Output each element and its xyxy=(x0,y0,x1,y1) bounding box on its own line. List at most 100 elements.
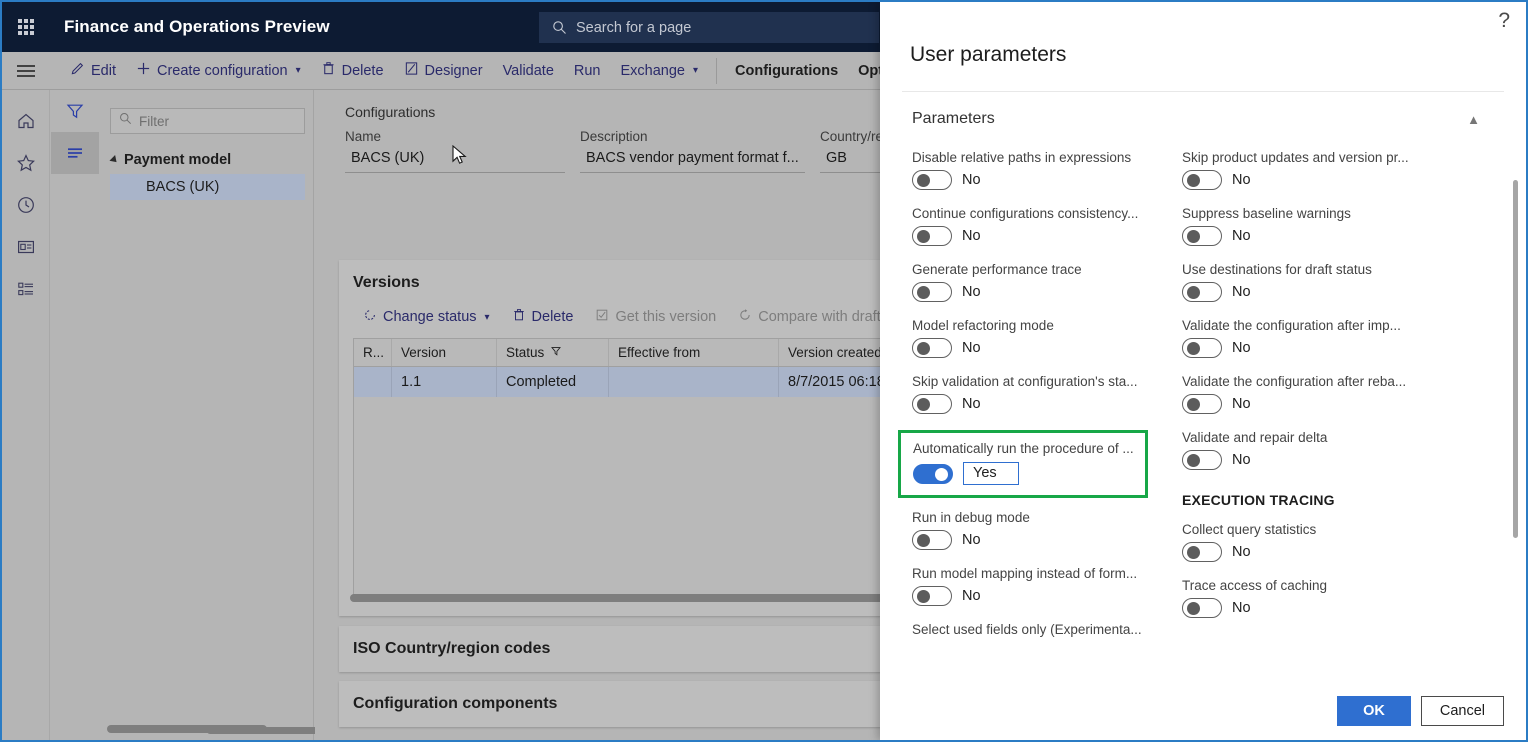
exchange-button[interactable]: Exchange ▾ xyxy=(611,52,709,90)
designer-icon xyxy=(404,61,419,80)
filter-icon[interactable] xyxy=(51,90,99,132)
toggle-knob xyxy=(917,398,930,411)
filter-input[interactable]: Filter xyxy=(110,108,305,134)
param-value: No xyxy=(962,340,981,356)
get-this-version-button[interactable]: Get this version xyxy=(585,304,726,330)
toggle-run-model-mapping-instead-of-format[interactable] xyxy=(912,586,952,606)
column-header-version[interactable]: Version xyxy=(392,339,497,366)
toggle-trace-access-of-caching[interactable] xyxy=(1182,598,1222,618)
run-label: Run xyxy=(573,62,601,79)
param-label: Collect query statistics xyxy=(1182,522,1317,537)
field-description-label: Description xyxy=(580,129,648,144)
toggle-knob xyxy=(935,467,948,481)
param-label: Use destinations for draft status xyxy=(1182,262,1372,277)
column-header-version-label: Version xyxy=(401,345,447,360)
navigation-menu-icon[interactable] xyxy=(2,52,50,90)
toggle-use-destinations-for-draft-status[interactable] xyxy=(1182,282,1222,302)
waffle-grid xyxy=(18,19,34,35)
toggle-knob xyxy=(917,590,930,603)
toggle-generate-performance-trace[interactable] xyxy=(912,282,952,302)
toggle-model-refactoring-mode[interactable] xyxy=(912,338,952,358)
compare-with-draft-button[interactable]: Compare with draft xyxy=(728,304,891,330)
panel-vertical-scrollbar[interactable] xyxy=(1513,180,1518,538)
create-configuration-button[interactable]: Create configuration ▾ xyxy=(126,52,311,90)
cell-r xyxy=(354,367,392,397)
param-row: No xyxy=(1182,394,1452,414)
star-icon[interactable] xyxy=(2,142,50,184)
toggle-collect-query-statistics[interactable] xyxy=(1182,542,1222,562)
chevron-down-icon: ▾ xyxy=(693,65,699,76)
param-automatically-run-procedure: Automatically run the procedure of ... Y… xyxy=(898,430,1148,498)
param-row: No xyxy=(1182,450,1452,470)
validate-label: Validate xyxy=(502,62,554,79)
designer-button[interactable]: Designer xyxy=(394,52,493,90)
validate-button[interactable]: Validate xyxy=(493,52,564,90)
left-icon-rail xyxy=(2,90,50,740)
column-header-status[interactable]: Status xyxy=(497,339,609,366)
toggle-suppress-baseline-warnings[interactable] xyxy=(1182,226,1222,246)
toggle-automatically-run-procedure[interactable] xyxy=(913,463,953,484)
param-label: Disable relative paths in expressions xyxy=(912,150,1132,165)
toggle-run-in-debug-mode[interactable] xyxy=(912,530,952,550)
page-horizontal-scrollbar[interactable] xyxy=(107,725,267,733)
list-lines-icon[interactable] xyxy=(51,132,99,174)
param-value: No xyxy=(1232,284,1251,300)
field-description-value[interactable]: BACS vendor payment format f... xyxy=(580,147,805,173)
column-header-r[interactable]: R... xyxy=(354,339,392,366)
user-parameters-panel: ? User parameters Parameters ▲ Disable r… xyxy=(880,2,1526,740)
panel-body: Parameters ▲ Disable relative paths in e… xyxy=(880,92,1526,680)
parameters-group-header[interactable]: Parameters ▲ xyxy=(912,110,1480,128)
param-value[interactable]: Yes xyxy=(963,462,1019,485)
clock-icon[interactable] xyxy=(2,184,50,226)
param-row: No xyxy=(912,282,1182,302)
toggle-validate-and-repair-delta[interactable] xyxy=(1182,450,1222,470)
app-launcher-icon[interactable] xyxy=(2,2,50,52)
filter-icon xyxy=(550,345,562,360)
param-value: No xyxy=(1232,396,1251,412)
tree-group-payment-model[interactable]: Payment model xyxy=(109,152,313,168)
tab-configurations[interactable]: Configurations xyxy=(725,52,848,90)
column-header-r-label: R... xyxy=(363,345,385,360)
toggle-skip-product-updates[interactable] xyxy=(1182,170,1222,190)
toggle-validate-configuration-after-rebase[interactable] xyxy=(1182,394,1222,414)
search-box[interactable]: Search for a page xyxy=(539,12,879,43)
param-suppress-baseline-warnings: Suppress baseline warnings No xyxy=(1182,206,1452,246)
toggle-continue-configurations-consistency[interactable] xyxy=(912,226,952,246)
param-run-in-debug-mode: Run in debug mode No xyxy=(912,510,1182,550)
edit-label: Edit xyxy=(91,62,116,79)
cancel-button[interactable]: Cancel xyxy=(1420,695,1504,726)
edit-button[interactable]: Edit xyxy=(60,52,126,90)
run-button[interactable]: Run xyxy=(564,52,611,90)
param-label: Validate the configuration after reba... xyxy=(1182,374,1407,389)
workspace-icon[interactable] xyxy=(2,226,50,268)
chevron-up-icon[interactable]: ▲ xyxy=(1467,112,1480,127)
ok-button[interactable]: OK xyxy=(1337,695,1411,726)
toggle-validate-configuration-after-import[interactable] xyxy=(1182,338,1222,358)
cell-version: 1.1 xyxy=(392,367,497,397)
command-bar-items: Edit Create configuration ▾ Delete Desig… xyxy=(60,52,923,90)
app-window: Finance and Operations Preview Search fo… xyxy=(0,0,1528,742)
param-collect-query-statistics: Collect query statistics No xyxy=(1182,522,1452,562)
home-icon[interactable] xyxy=(2,100,50,142)
param-row: No xyxy=(912,586,1182,606)
param-use-destinations-for-draft-status: Use destinations for draft status No xyxy=(1182,262,1452,302)
param-skip-product-updates: Skip product updates and version pr... N… xyxy=(1182,150,1452,190)
question-mark-icon[interactable]: ? xyxy=(1498,10,1510,31)
toggle-knob xyxy=(1187,286,1200,299)
param-label: Run in debug mode xyxy=(912,510,1030,525)
versions-delete-button[interactable]: Delete xyxy=(502,304,584,330)
section-components-label: Configuration components xyxy=(353,695,558,712)
param-skip-validation-at-configuration-start: Skip validation at configuration's sta..… xyxy=(912,374,1182,414)
tree-item-bacs-uk[interactable]: BACS (UK) xyxy=(110,174,305,200)
param-label: Validate and repair delta xyxy=(1182,430,1328,445)
change-status-button[interactable]: Change status ▾ xyxy=(353,304,500,330)
param-disable-relative-paths: Disable relative paths in expressions No xyxy=(912,150,1182,190)
toggle-disable-relative-paths[interactable] xyxy=(912,170,952,190)
toggle-skip-validation-at-configuration-start[interactable] xyxy=(912,394,952,414)
list-icon[interactable] xyxy=(2,268,50,310)
search-icon xyxy=(552,20,567,35)
column-header-effective-from[interactable]: Effective from xyxy=(609,339,779,366)
toggle-knob xyxy=(1187,342,1200,355)
delete-button[interactable]: Delete xyxy=(311,52,394,90)
compare-with-draft-label: Compare with draft xyxy=(758,309,881,325)
